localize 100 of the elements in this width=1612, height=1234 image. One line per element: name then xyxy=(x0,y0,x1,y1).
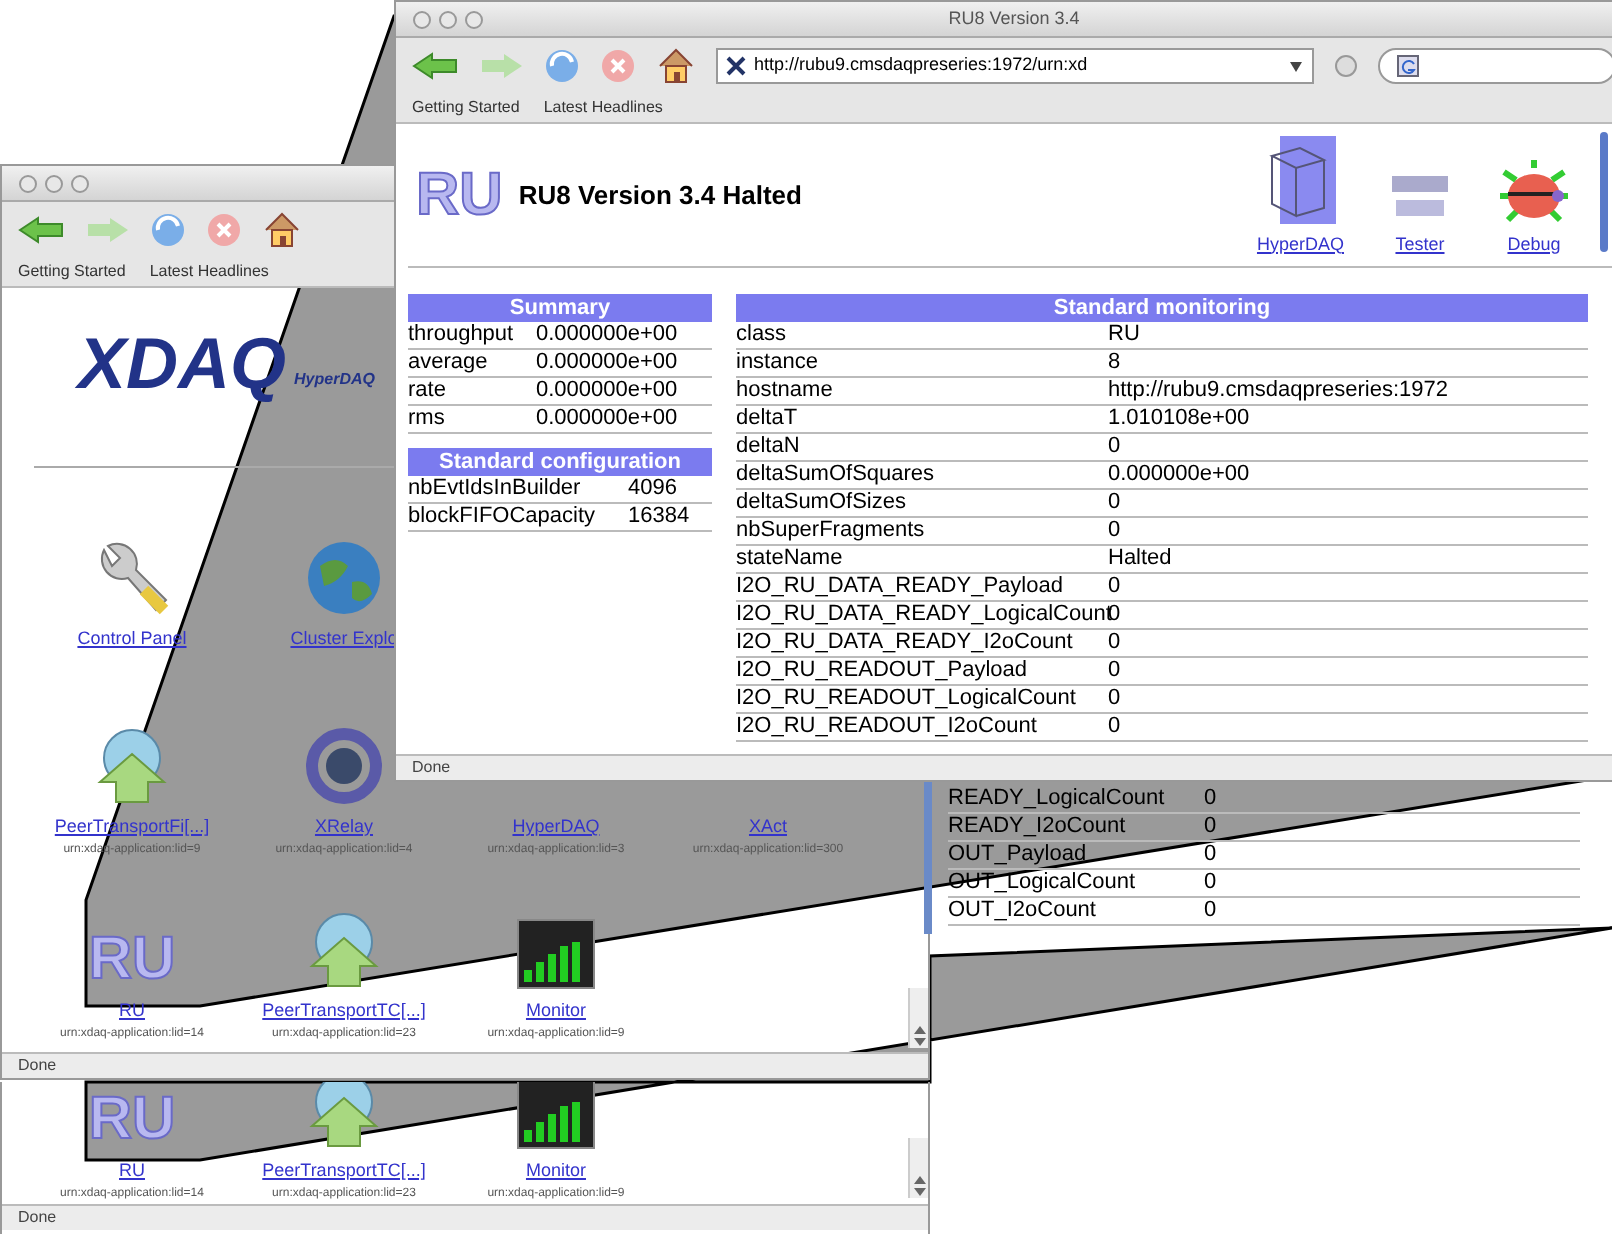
table-cell-text: 16384 xyxy=(628,506,692,528)
table-cell-text: 0.000000e+00 xyxy=(536,408,680,430)
bookmark-link[interactable]: Getting Started xyxy=(412,95,520,119)
forward-icon xyxy=(86,215,130,243)
table-cell-text: I2O_RU_READOUT_I2oCount xyxy=(736,716,1039,738)
logo-subtitle: HyperDAQ xyxy=(294,368,375,392)
tool-link[interactable]: HyperDAQ xyxy=(1256,231,1344,258)
tool-link[interactable]: Debug xyxy=(1507,231,1561,258)
table-cell-text: 0 xyxy=(1108,604,1123,626)
reload-icon xyxy=(544,47,580,83)
page-heading: RU8 Version 3.4 Halted xyxy=(518,177,804,214)
app-link[interactable]: PeerTransportTC[...] xyxy=(262,998,426,1025)
scroll-bar[interactable] xyxy=(908,1138,928,1198)
table-cell: I2O_RU_DATA_READY_LogicalCount xyxy=(736,604,1108,626)
table-cell-text: RU xyxy=(1108,324,1142,346)
scroll-bar[interactable] xyxy=(908,988,928,1048)
home-icon xyxy=(262,211,302,247)
home-icon xyxy=(656,47,696,83)
table-cell-text: 0 xyxy=(1108,688,1123,710)
table-cell-text: hostname xyxy=(736,380,835,402)
cube-icon xyxy=(1264,135,1337,223)
table-cell-text: 0 xyxy=(1204,844,1219,866)
status-bar: Done xyxy=(2,1052,928,1078)
table-cell-text: rate xyxy=(408,380,448,402)
ru-logo: RU xyxy=(416,165,503,225)
forward-icon xyxy=(480,51,524,79)
table-cell-text: nbSuperFragments xyxy=(736,520,927,542)
table-cell-text: 0 xyxy=(1108,632,1123,654)
ru-logo: RU xyxy=(88,930,176,990)
table-cell-text: 0 xyxy=(1108,492,1123,514)
app-link[interactable]: Monitor xyxy=(525,1158,586,1185)
table-cell-text: 0.000000e+00 xyxy=(1108,464,1252,486)
monitoring-header: Standard monitoring xyxy=(736,294,1588,322)
globe-arrow-icon xyxy=(92,726,172,806)
table-cell-text: 0 xyxy=(1108,660,1123,682)
ring-icon xyxy=(304,726,384,806)
table-cell-text: OUT_I2oCount xyxy=(948,900,1098,922)
table-cell-text: 0 xyxy=(1108,716,1123,738)
bug-icon xyxy=(1496,155,1572,223)
app-link[interactable]: RU xyxy=(119,1158,145,1185)
status-bar: Done xyxy=(396,754,1612,780)
table-cell-text: I2O_RU_READOUT_LogicalCount xyxy=(736,688,1078,710)
table-cell-text: rms xyxy=(408,408,447,430)
table-cell-text: deltaN xyxy=(736,436,802,458)
search-field[interactable] xyxy=(1378,47,1612,83)
bar-chart-icon xyxy=(516,1082,596,1150)
bookmark-link[interactable]: Latest Headlines xyxy=(543,95,663,119)
tool-link[interactable]: Tester xyxy=(1395,231,1445,258)
table-cell-text: deltaSumOfSizes xyxy=(736,492,908,514)
ru-logo: RU xyxy=(88,1090,176,1150)
bookmark-link[interactable]: Getting Started xyxy=(18,259,126,283)
globe-arrow-icon xyxy=(304,910,384,990)
table-cell-text: READY_I2oCount xyxy=(948,816,1128,838)
table-cell-text: I2O_RU_DATA_READY_I2oCount xyxy=(736,632,1075,654)
table-cell-text: throughput xyxy=(408,324,516,346)
go-icon xyxy=(1334,53,1359,77)
table-cell-text: 0 xyxy=(1204,816,1219,838)
table-cell-text: I2O_RU_READOUT_Payload xyxy=(736,660,1030,682)
table-cell-text: 0 xyxy=(1204,900,1219,922)
table-cell-text: 0.000000e+00 xyxy=(536,324,680,346)
app-link[interactable]: PeerTransportTC[...] xyxy=(262,1158,426,1185)
table-cell-text: READY_LogicalCount xyxy=(948,788,1167,810)
scroll-bar[interactable] xyxy=(1600,132,1608,252)
back-icon xyxy=(412,51,460,79)
stop-icon xyxy=(206,211,242,247)
summary-header: Summary xyxy=(408,294,712,322)
bar-chart-icon xyxy=(516,918,596,990)
table-cell-text: 0 xyxy=(1204,788,1219,810)
table-cell-text: instance xyxy=(736,352,820,374)
table-cell-text: class xyxy=(736,324,789,346)
stop-icon xyxy=(600,47,636,83)
table-cell-text: 0 xyxy=(1108,520,1123,542)
table-cell-text: deltaSumOfSquares xyxy=(736,464,937,486)
table-cell-text: 0 xyxy=(1108,436,1123,458)
reload-icon xyxy=(150,211,186,247)
globe-icon xyxy=(304,538,384,618)
table-cell-text: 0 xyxy=(1108,576,1123,598)
bookmark-link[interactable]: Latest Headlines xyxy=(149,259,269,283)
table-cell-text: stateName xyxy=(736,548,845,570)
table-cell-text: OUT_Payload xyxy=(948,844,1089,866)
search-engine-icon xyxy=(1396,53,1425,77)
table-cell-text: 8 xyxy=(1108,352,1123,374)
globe-arrow-icon xyxy=(304,1082,384,1150)
table-cell-text: http://rubu9.cmsdaqpreseries:1972 xyxy=(1108,380,1450,402)
table-cell-text: 0.000000e+00 xyxy=(536,380,680,402)
dropdown-icon xyxy=(1288,57,1305,73)
site-x-icon xyxy=(726,55,746,75)
table-cell-text: deltaT xyxy=(736,408,800,430)
address-field[interactable]: http://rubu9.cmsdaqpreseries:1972/urn:xd xyxy=(716,47,1315,83)
back-icon xyxy=(18,215,66,243)
table-cell-text: I2O_RU_DATA_READY_Payload xyxy=(736,576,1065,598)
status-bar: Done xyxy=(2,1204,928,1230)
table-cell-text: average xyxy=(408,352,490,374)
window-title: RU8 Version 3.4 xyxy=(946,5,1082,32)
table-cell-text: 0.000000e+00 xyxy=(536,352,680,374)
table-cell-text: OUT_LogicalCount xyxy=(948,872,1138,894)
table-cell-text: 1.010108e+00 xyxy=(1108,408,1252,430)
app-link[interactable]: Monitor xyxy=(525,998,586,1025)
configuration-header: Standard configuration xyxy=(408,448,712,476)
table-cell-text: blockFIFOCapacity xyxy=(408,506,598,528)
